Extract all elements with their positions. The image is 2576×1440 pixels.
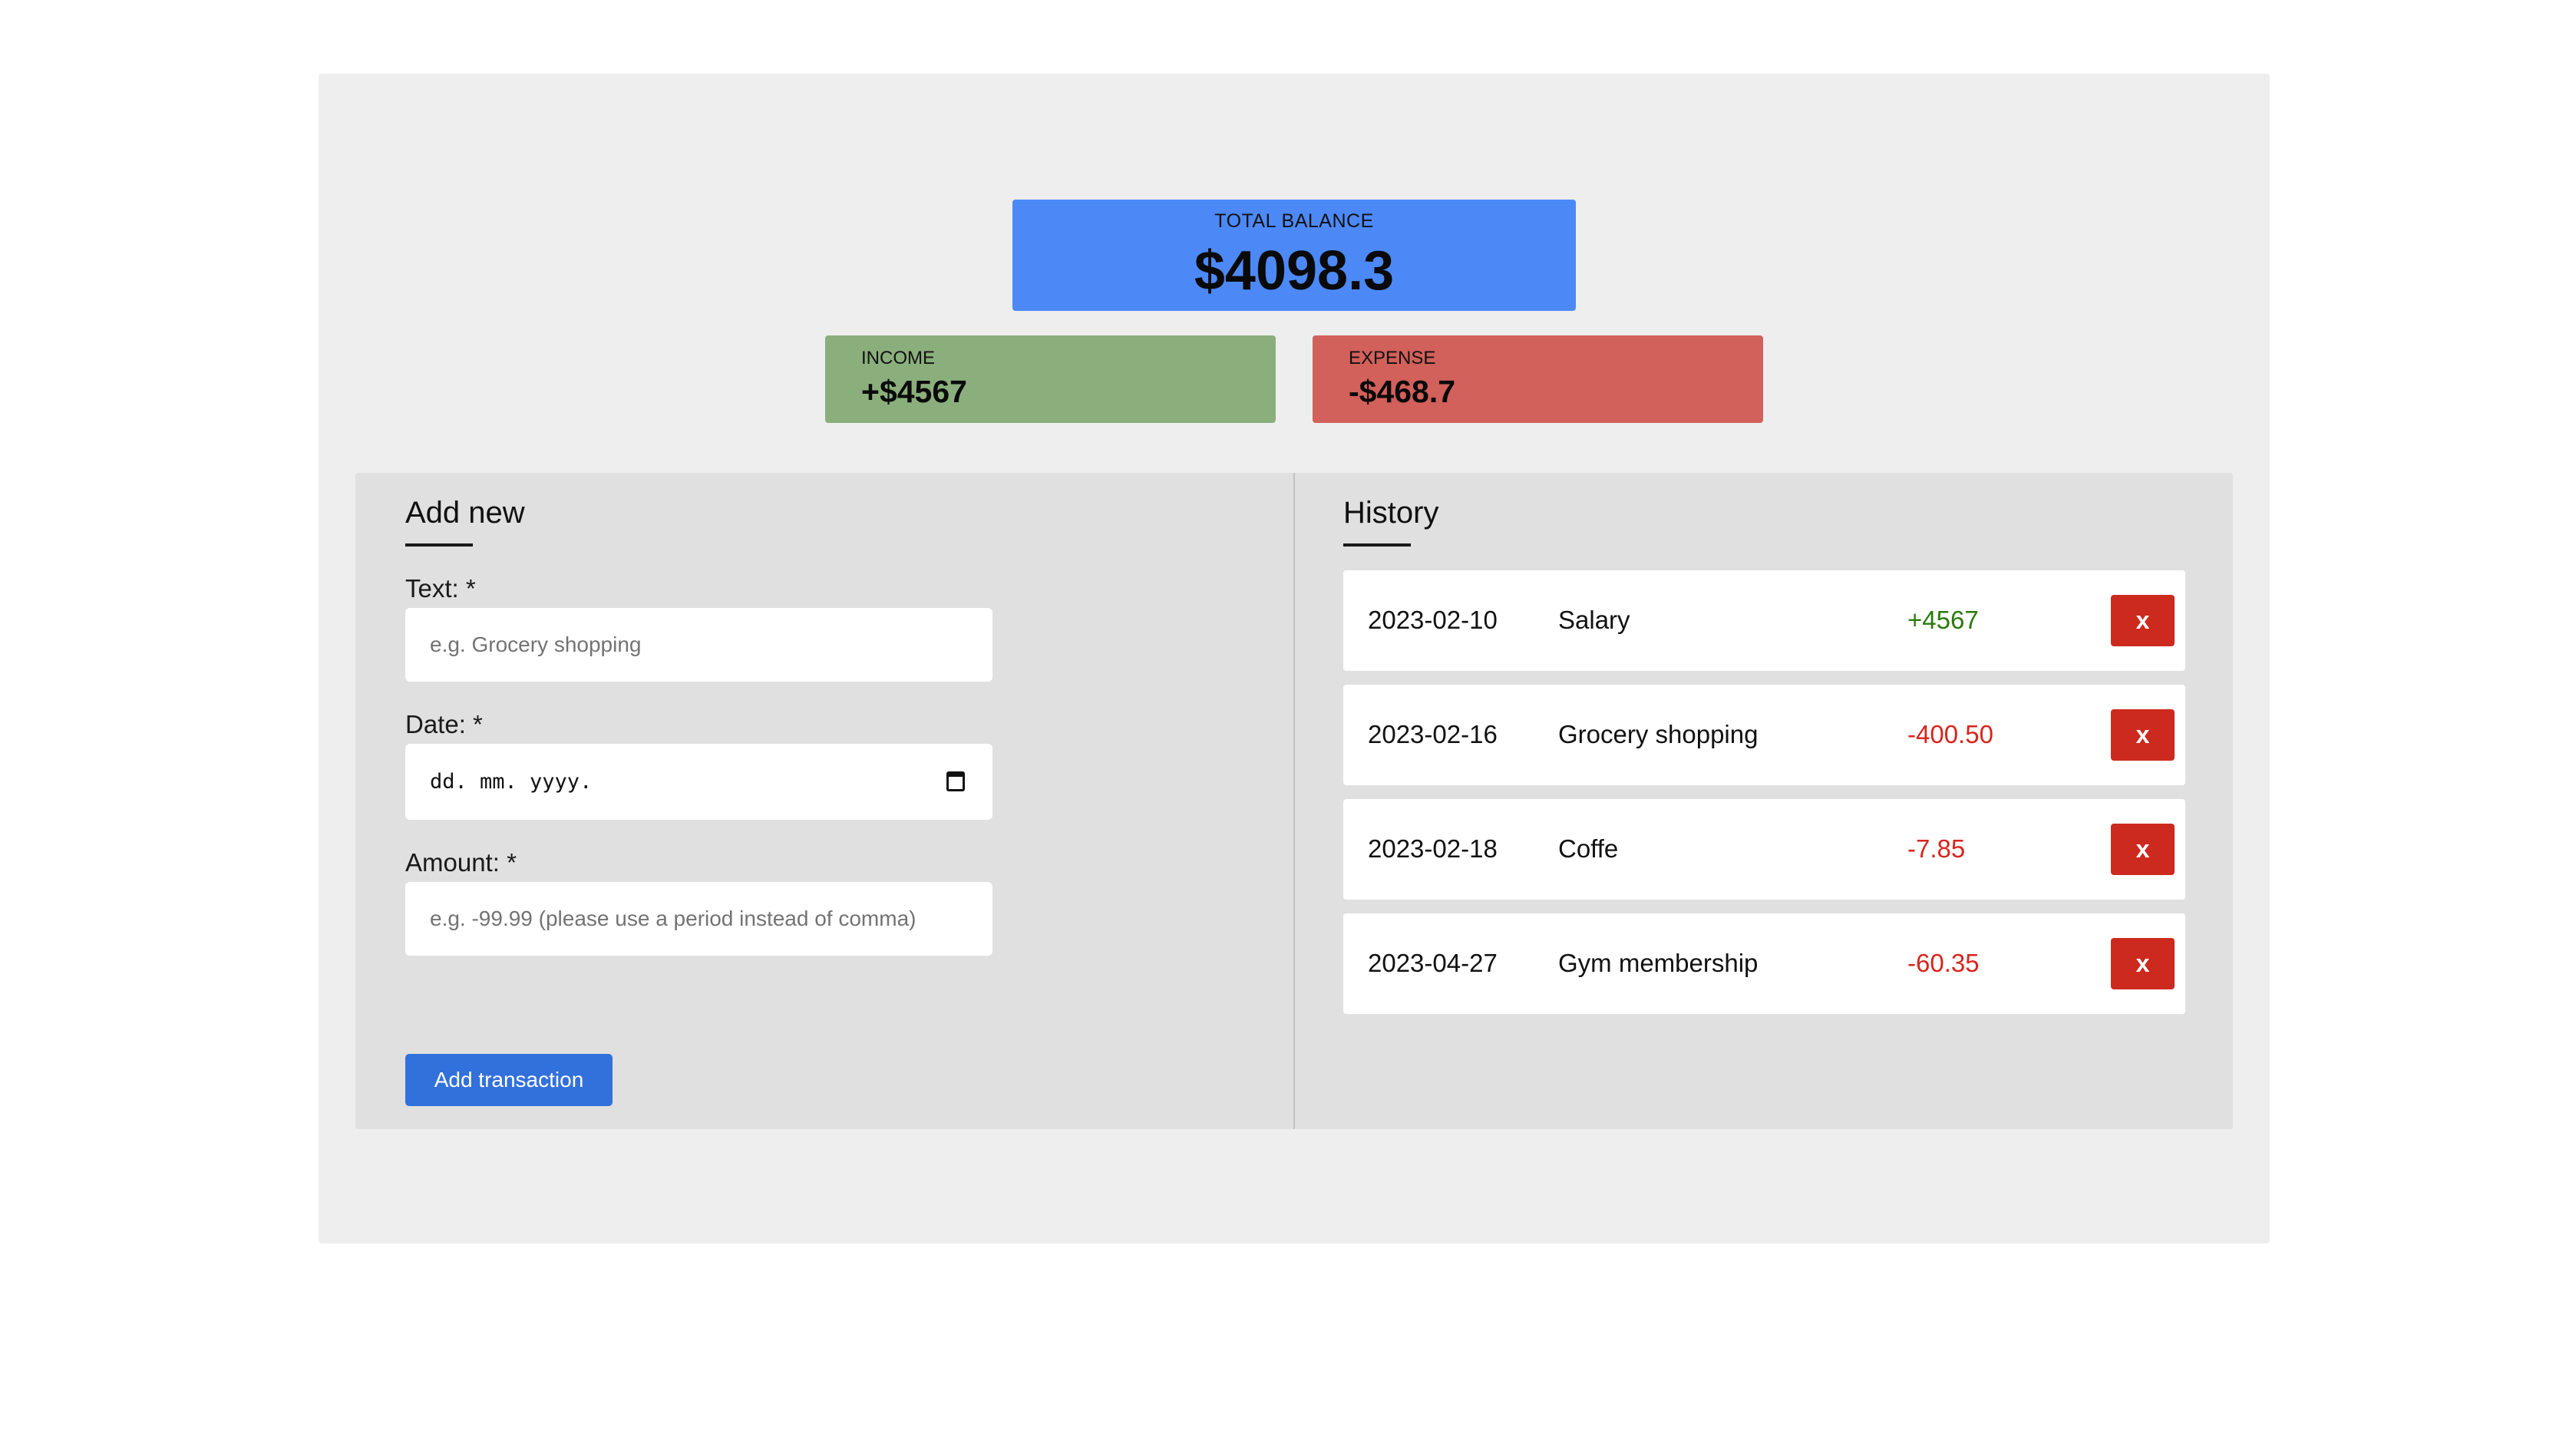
amount-field-label: Amount: * — [405, 848, 517, 877]
history-item-date: 2023-02-16 — [1368, 720, 1498, 748]
history-item-text: Grocery shopping — [1558, 720, 1759, 748]
expense-label: EXPENSE — [1349, 348, 1436, 368]
history-list: 2023-02-10 Salary +4567 x 2023-02-16 Gro… — [1343, 570, 2185, 1028]
history-title: History — [1343, 496, 1439, 530]
income-card: INCOME +$4567 — [825, 335, 1276, 423]
panel-divider — [1293, 473, 1295, 1129]
history-item-amount: -7.85 — [1907, 834, 1966, 863]
delete-transaction-button[interactable]: x — [2111, 938, 2175, 989]
history-item: 2023-02-10 Salary +4567 x — [1343, 570, 2185, 671]
history-item: 2023-02-18 Coffe -7.85 x — [1343, 799, 2185, 900]
history-item-text: Gym membership — [1558, 949, 1759, 977]
expense-value: -$468.7 — [1349, 374, 1456, 409]
history-item-text: Coffe — [1558, 834, 1619, 863]
history-item-text: Salary — [1558, 606, 1630, 634]
expense-tracker-app: TOTAL BALANCE $4098.3 INCOME +$4567 EXPE… — [319, 74, 2270, 1243]
add-transaction-button[interactable]: Add transaction — [405, 1054, 613, 1106]
income-label: INCOME — [861, 348, 935, 368]
total-balance-label: TOTAL BALANCE — [1214, 210, 1374, 232]
date-input[interactable]: dd. mm. yyyy. — [405, 744, 992, 820]
total-balance-card: TOTAL BALANCE $4098.3 — [1012, 200, 1576, 311]
history-item-date: 2023-02-18 — [1368, 834, 1498, 863]
history-item-date: 2023-02-10 — [1368, 606, 1498, 634]
total-balance-value: $4098.3 — [1194, 240, 1395, 302]
add-new-underline — [405, 543, 473, 547]
main-panel: Add new Text: * Date: * dd. mm. yyyy. Am… — [355, 473, 2233, 1129]
calendar-icon[interactable] — [946, 771, 965, 791]
text-input[interactable] — [405, 608, 992, 682]
history-item-date: 2023-04-27 — [1368, 949, 1498, 977]
history-item-amount: +4567 — [1907, 606, 1979, 634]
history-underline — [1343, 543, 1411, 547]
history-item-amount: -60.35 — [1907, 949, 1980, 977]
delete-transaction-button[interactable]: x — [2111, 709, 2175, 761]
income-value: +$4567 — [861, 374, 967, 409]
date-field-label: Date: * — [405, 710, 483, 738]
date-input-value: dd. mm. yyyy. — [430, 770, 593, 794]
expense-card: EXPENSE -$468.7 — [1313, 335, 1763, 423]
history-item-amount: -400.50 — [1907, 720, 1993, 748]
delete-transaction-button[interactable]: x — [2111, 595, 2175, 646]
add-new-title: Add new — [405, 496, 525, 530]
delete-transaction-button[interactable]: x — [2111, 824, 2175, 875]
history-item: 2023-02-16 Grocery shopping -400.50 x — [1343, 685, 2185, 785]
history-item: 2023-04-27 Gym membership -60.35 x — [1343, 913, 2185, 1014]
amount-input[interactable] — [405, 882, 992, 956]
text-field-label: Text: * — [405, 574, 476, 603]
